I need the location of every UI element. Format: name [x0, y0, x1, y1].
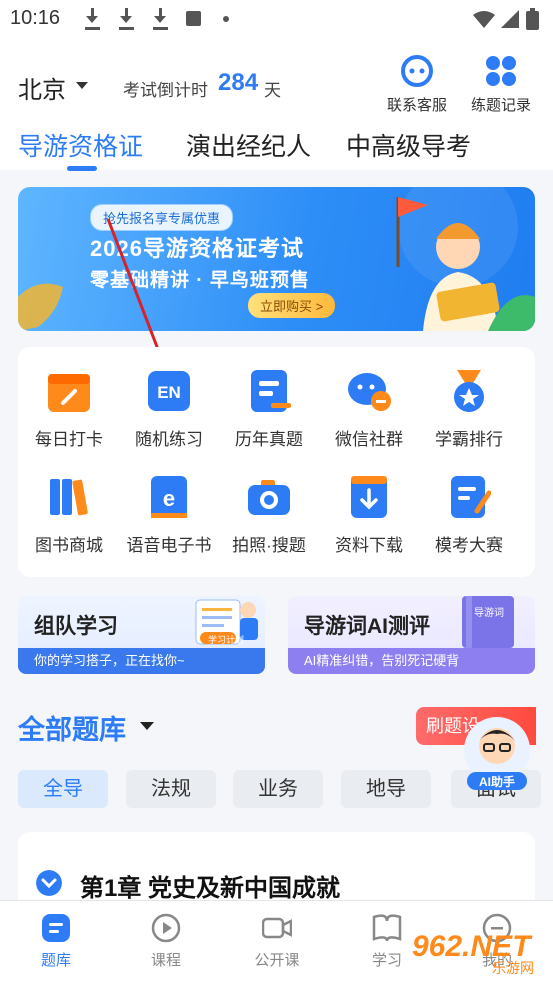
download-icon: [118, 8, 134, 30]
grid-label: 每日打卡: [35, 430, 103, 449]
grid-label: 资料下载: [335, 536, 403, 555]
grid-item-wechat-group[interactable]: 微信社群: [319, 369, 419, 450]
books-icon: [47, 475, 91, 519]
contact-service-label: 联系客服: [386, 97, 447, 114]
chip-all-guide[interactable]: 全导: [18, 770, 108, 808]
team-study-title: 组队学习: [34, 615, 118, 638]
active-tab-indicator: [67, 166, 97, 171]
grid-item-random-practice[interactable]: EN 随机练习: [119, 369, 219, 450]
nav-label: 学习: [371, 952, 402, 969]
ebook-icon: e: [147, 475, 191, 519]
countdown-unit: 天: [264, 81, 281, 100]
book-icon: [372, 913, 402, 943]
study-plan-badge: 学习计划: [208, 635, 245, 645]
team-study-subtitle: 你的学习搭子，正在找你~: [18, 648, 265, 674]
question-bank-icon: [41, 913, 71, 943]
grid-item-mock-contest[interactable]: 模考大赛: [419, 475, 519, 556]
calendar-icon: [47, 369, 91, 413]
grid-icon: [484, 54, 518, 88]
wechat-icon: [347, 369, 391, 413]
question-bank-dropdown-icon[interactable]: [140, 722, 154, 730]
en-icon: EN: [147, 369, 191, 413]
play-icon: [151, 913, 181, 943]
nav-question-bank[interactable]: 题库: [16, 913, 96, 970]
document-icon: [247, 369, 291, 413]
nav-label: 题库: [40, 952, 71, 969]
chevron-down-icon[interactable]: [36, 870, 62, 896]
ai-helper-label: AI助手: [478, 775, 515, 789]
grid-label: 拍照·搜题: [232, 536, 306, 555]
chip-business[interactable]: 业务: [233, 770, 323, 808]
practice-records-label: 练题记录: [470, 97, 531, 114]
team-study-card[interactable]: 组队学习 学习计划 你的学习搭子，正在找你~: [18, 596, 265, 674]
download-icon: [347, 475, 391, 519]
customer-service-icon: [400, 54, 434, 88]
tab-tour-guide[interactable]: 导游资格证: [18, 127, 143, 163]
grid-item-bookstore[interactable]: 图书商城: [19, 475, 119, 556]
grid-item-resource-download[interactable]: 资料下载: [319, 475, 419, 556]
medal-icon: [447, 369, 491, 413]
tab-performance-broker[interactable]: 演出经纪人: [186, 127, 311, 163]
svg-text:EN: EN: [157, 383, 181, 402]
nav-label: 课程: [150, 952, 181, 969]
signal-icon: [501, 10, 519, 28]
chapter-title: 第1章 党史及新中国成就: [80, 875, 341, 902]
status-bar: 10:16: [0, 0, 553, 40]
grid-label: 学霸排行: [435, 430, 503, 449]
camera-icon: [247, 475, 291, 519]
download-icon: [152, 8, 168, 30]
contact-service-button[interactable]: 联系客服: [382, 54, 452, 115]
app-notification-icon: [186, 11, 201, 26]
chip-regulations[interactable]: 法规: [126, 770, 216, 808]
video-icon: [261, 913, 293, 943]
grid-item-past-exams[interactable]: 历年真题: [219, 369, 319, 450]
grid-label: 随机练习: [135, 430, 203, 449]
grid-label: 图书商城: [35, 536, 103, 555]
practice-records-button[interactable]: 练题记录: [466, 54, 536, 115]
countdown-days: 284: [218, 69, 259, 96]
grid-label: 微信社群: [335, 430, 403, 449]
countdown-label: 考试倒计时: [123, 81, 208, 100]
tab-advanced-guide[interactable]: 中高级导考: [346, 127, 471, 163]
book-label: 导游词: [474, 608, 504, 619]
question-bank-title[interactable]: 全部题库: [18, 708, 126, 747]
grid-item-daily-checkin[interactable]: 每日打卡: [19, 369, 119, 450]
wifi-icon: [473, 11, 495, 28]
chip-local-guide[interactable]: 地导: [341, 770, 431, 808]
promo-banner[interactable]: 抢先报名享专属优惠 2026导游资格证考试 零基础精讲 · 早鸟班预售 立即购买…: [18, 187, 535, 331]
grid-label: 语音电子书: [126, 536, 212, 555]
grid-label: 历年真题: [235, 430, 303, 449]
more-notifications-icon: [223, 16, 229, 22]
grid-item-photo-search[interactable]: 拍照·搜题: [219, 475, 319, 556]
exam-icon: [447, 475, 492, 519]
ai-evaluation-title: 导游词AI测评: [304, 615, 430, 638]
grid-item-top-ranking[interactable]: 学霸排行: [419, 369, 519, 450]
watermark-sub: 乐游网: [492, 960, 534, 976]
header: 北京 考试倒计时 284 天 联系客服 练题记录 导游资格证 演出经纪人 中高级…: [0, 40, 553, 171]
feature-grid: 每日打卡 EN 随机练习 历年真题 微信社群 学霸排行 图书商城 e 语音电子书…: [18, 347, 535, 577]
ai-evaluation-subtitle: AI精准纠错，告别死记硬背: [288, 648, 535, 674]
ai-evaluation-card[interactable]: 导游词AI测评 导游词 AI精准纠错，告别死记硬背: [288, 596, 535, 674]
city-selector[interactable]: 北京: [18, 70, 66, 105]
battery-icon: [526, 8, 539, 30]
category-tabs: 导游资格证 演出经纪人 中高级导考: [0, 125, 553, 171]
nav-label: 公开课: [254, 952, 300, 969]
svg-text:e: e: [163, 486, 175, 511]
download-icon: [84, 8, 100, 30]
grid-label: 模考大赛: [435, 536, 503, 555]
ai-helper-button[interactable]: AI助手: [462, 716, 532, 792]
banner-buy-button[interactable]: 立即购买 >: [248, 293, 336, 318]
city-dropdown-icon[interactable]: [76, 82, 88, 89]
nav-open-class[interactable]: 公开课: [237, 913, 317, 970]
status-time: 10:16: [10, 7, 61, 29]
grid-item-audio-ebook[interactable]: e 语音电子书: [119, 475, 219, 556]
nav-courses[interactable]: 课程: [126, 913, 206, 970]
